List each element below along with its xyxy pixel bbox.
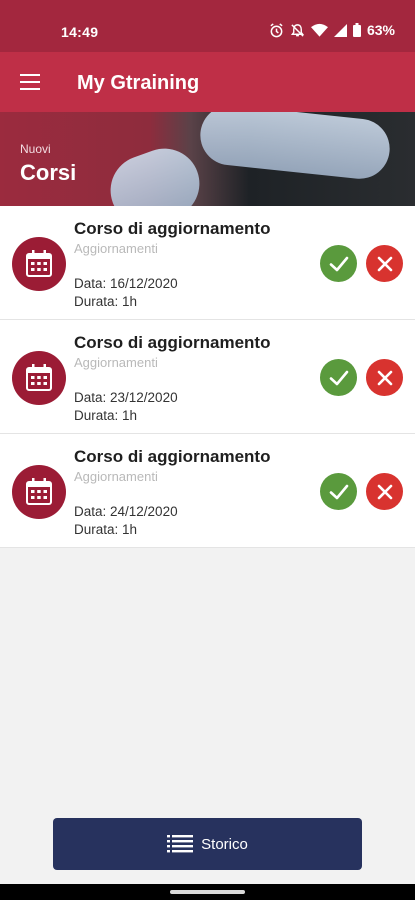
calendar-icon [12,351,66,405]
course-title: Corso di aggiornamento [74,447,271,466]
status-bar: 14:49 63% [0,0,415,52]
battery-icon [352,23,361,37]
course-category: Aggiornamenti [74,241,158,256]
storico-button[interactable]: Storico [53,818,362,870]
course-title: Corso di aggiornamento [74,219,271,238]
menu-button[interactable] [16,68,46,96]
course-category: Aggiornamenti [74,469,158,484]
decline-button[interactable] [366,245,403,282]
banner-subtitle: Nuovi [20,142,51,156]
course-duration: Durata: 1h [74,294,138,309]
course-card[interactable]: Corso di aggiornamento Aggiornamenti Dat… [0,206,415,320]
course-title: Corso di aggiornamento [74,333,271,352]
course-duration: Durata: 1h [74,522,138,537]
accept-button[interactable] [320,473,357,510]
menu-icon-bar [20,81,40,83]
course-list: Corso di aggiornamento Aggiornamenti Dat… [0,206,415,548]
alarm-icon [270,22,283,37]
accept-button[interactable] [320,245,357,282]
home-gesture-handle[interactable] [170,890,245,894]
notifications-off-icon [290,23,305,37]
course-duration: Durata: 1h [74,408,138,423]
check-icon [329,484,348,499]
close-icon [377,370,392,385]
close-icon [377,256,392,271]
calendar-icon [12,237,66,291]
courses-banner: Nuovi Corsi [0,112,415,206]
status-icons: 63% [269,22,395,38]
wifi-icon [310,23,328,37]
storico-label: Storico [201,835,248,853]
course-date: Data: 24/12/2020 [74,504,178,519]
decline-button[interactable] [366,473,403,510]
course-date: Data: 23/12/2020 [74,390,178,405]
status-time: 14:49 [61,24,99,40]
accept-button[interactable] [320,359,357,396]
app-bar: My Gtraining [0,52,415,112]
decline-button[interactable] [366,359,403,396]
menu-icon [20,74,40,76]
check-icon [329,256,348,271]
close-icon [377,484,392,499]
battery-percentage: 63% [366,22,395,38]
course-card[interactable]: Corso di aggiornamento Aggiornamenti Dat… [0,434,415,548]
course-date: Data: 16/12/2020 [74,276,178,291]
calendar-icon [12,465,66,519]
course-card[interactable]: Corso di aggiornamento Aggiornamenti Dat… [0,320,415,434]
system-navigation-bar [0,884,415,900]
app-title: My Gtraining [77,72,200,94]
check-icon [329,370,348,385]
menu-icon-bar [20,88,40,90]
signal-icon [333,23,347,37]
banner-title: Corsi [20,160,77,185]
course-category: Aggiornamenti [74,355,158,370]
list-icon [167,835,194,853]
